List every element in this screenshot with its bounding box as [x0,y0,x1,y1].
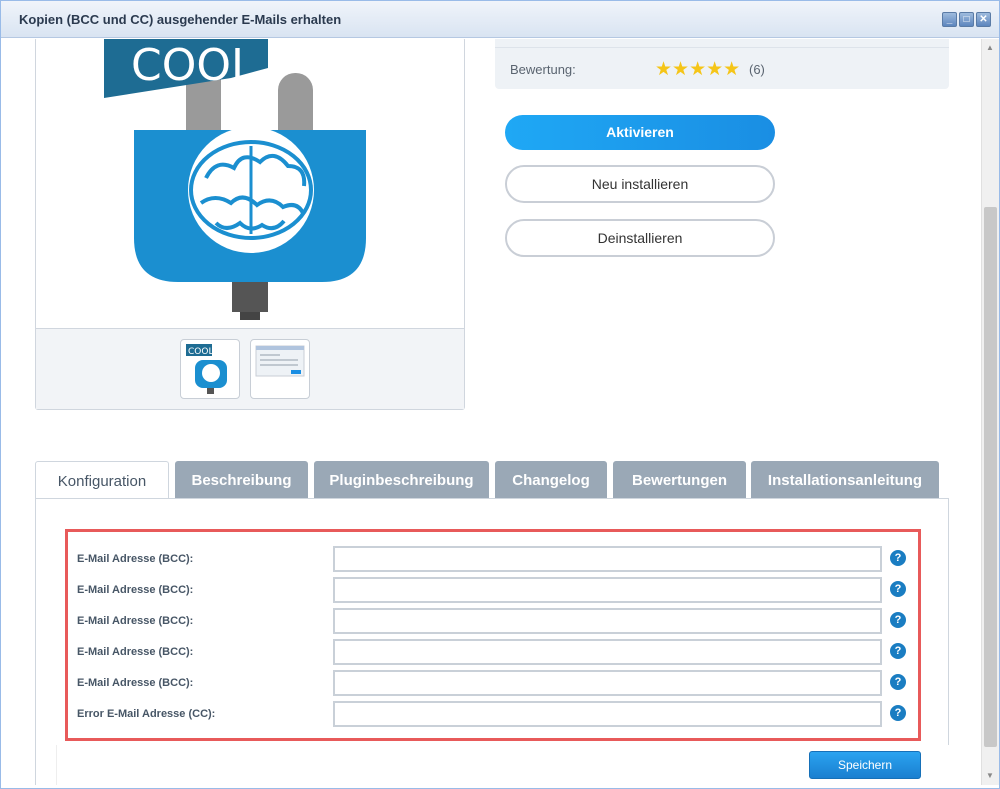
form-row: E-Mail Adresse (BCC): ? [68,544,918,575]
email-bcc-field-1[interactable] [333,546,882,572]
divider [495,47,949,48]
svg-text:COOL: COOL [188,347,213,357]
tab-beschreibung[interactable]: Beschreibung [175,461,308,498]
form-row: E-Mail Adresse (BCC): ? [68,637,918,668]
thumbnail-plug[interactable]: COOL [180,339,240,399]
form-label: E-Mail Adresse (BCC): [77,584,194,596]
help-icon[interactable]: ? [890,674,906,690]
form-row: E-Mail Adresse (BCC): ? [68,668,918,699]
form-row: E-Mail Adresse (BCC): ? [68,575,918,606]
window-content: COOL COOL Bewertung: ★★★★★ (6) Aktiviere… [1,39,981,785]
rating-box: Bewertung: ★★★★★ (6) [495,39,949,89]
save-button[interactable]: Speichern [809,751,921,779]
help-icon[interactable]: ? [890,705,906,721]
form-row: E-Mail Adresse (BCC): ? [68,606,918,637]
form-label: Error E-Mail Adresse (CC): [77,708,216,720]
window-controls: _ □ ✕ [942,12,991,27]
activate-button[interactable]: Aktivieren [505,115,775,150]
thumbnail-plug-image: COOL [186,344,227,394]
plug-cord-end [240,312,260,320]
error-email-cc-field[interactable] [333,701,882,727]
product-main-image: COOL [104,39,366,320]
rating-count: (6) [749,62,765,77]
form-label: E-Mail Adresse (BCC): [77,553,194,565]
form-label: E-Mail Adresse (BCC): [77,677,194,689]
form-row: Error E-Mail Adresse (CC): ? [68,699,918,730]
tab-bewertungen[interactable]: Bewertungen [613,461,746,498]
cool-sign-text: COOL [131,40,256,91]
tab-konfiguration[interactable]: Konfiguration [35,461,169,500]
thumbnail-strip: COOL [36,328,464,409]
email-bcc-field-2[interactable] [333,577,882,603]
tab-installationsanleitung[interactable]: Installationsanleitung [751,461,939,498]
maximize-icon[interactable]: □ [959,12,974,27]
help-icon[interactable]: ? [890,550,906,566]
scroll-thumb[interactable] [984,207,997,747]
tab-pluginbeschreibung[interactable]: Pluginbeschreibung [314,461,489,498]
vertical-scrollbar[interactable]: ▲ ▼ [981,39,999,785]
form-label: E-Mail Adresse (BCC): [77,615,194,627]
close-icon[interactable]: ✕ [976,12,991,27]
form-label: E-Mail Adresse (BCC): [77,646,194,658]
config-form: E-Mail Adresse (BCC): ? E-Mail Adresse (… [65,529,921,741]
uninstall-button[interactable]: Deinstallieren [505,219,775,257]
plugin-window: Kopien (BCC und CC) ausgehender E-Mails … [0,0,1000,789]
product-image-panel: COOL COOL [35,39,465,410]
scroll-down-icon[interactable]: ▼ [986,771,994,780]
email-bcc-field-3[interactable] [333,608,882,634]
star-rating-icon: ★★★★★ [655,59,741,80]
help-icon[interactable]: ? [890,581,906,597]
brain-icon [188,127,314,253]
email-bcc-field-5[interactable] [333,670,882,696]
email-bcc-field-4[interactable] [333,639,882,665]
help-icon[interactable]: ? [890,612,906,628]
scroll-up-icon[interactable]: ▲ [986,43,994,52]
reinstall-button[interactable]: Neu installieren [505,165,775,203]
thumbnail-screenshot[interactable] [250,339,310,399]
tab-changelog[interactable]: Changelog [495,461,607,498]
plug-cord [232,282,268,312]
thumbnail-screenshot-image [255,345,305,377]
rating-label: Bewertung: [510,62,576,77]
window-titlebar[interactable]: Kopien (BCC und CC) ausgehender E-Mails … [1,1,999,38]
help-icon[interactable]: ? [890,643,906,659]
window-title: Kopien (BCC und CC) ausgehender E-Mails … [19,12,342,27]
minimize-icon[interactable]: _ [942,12,957,27]
